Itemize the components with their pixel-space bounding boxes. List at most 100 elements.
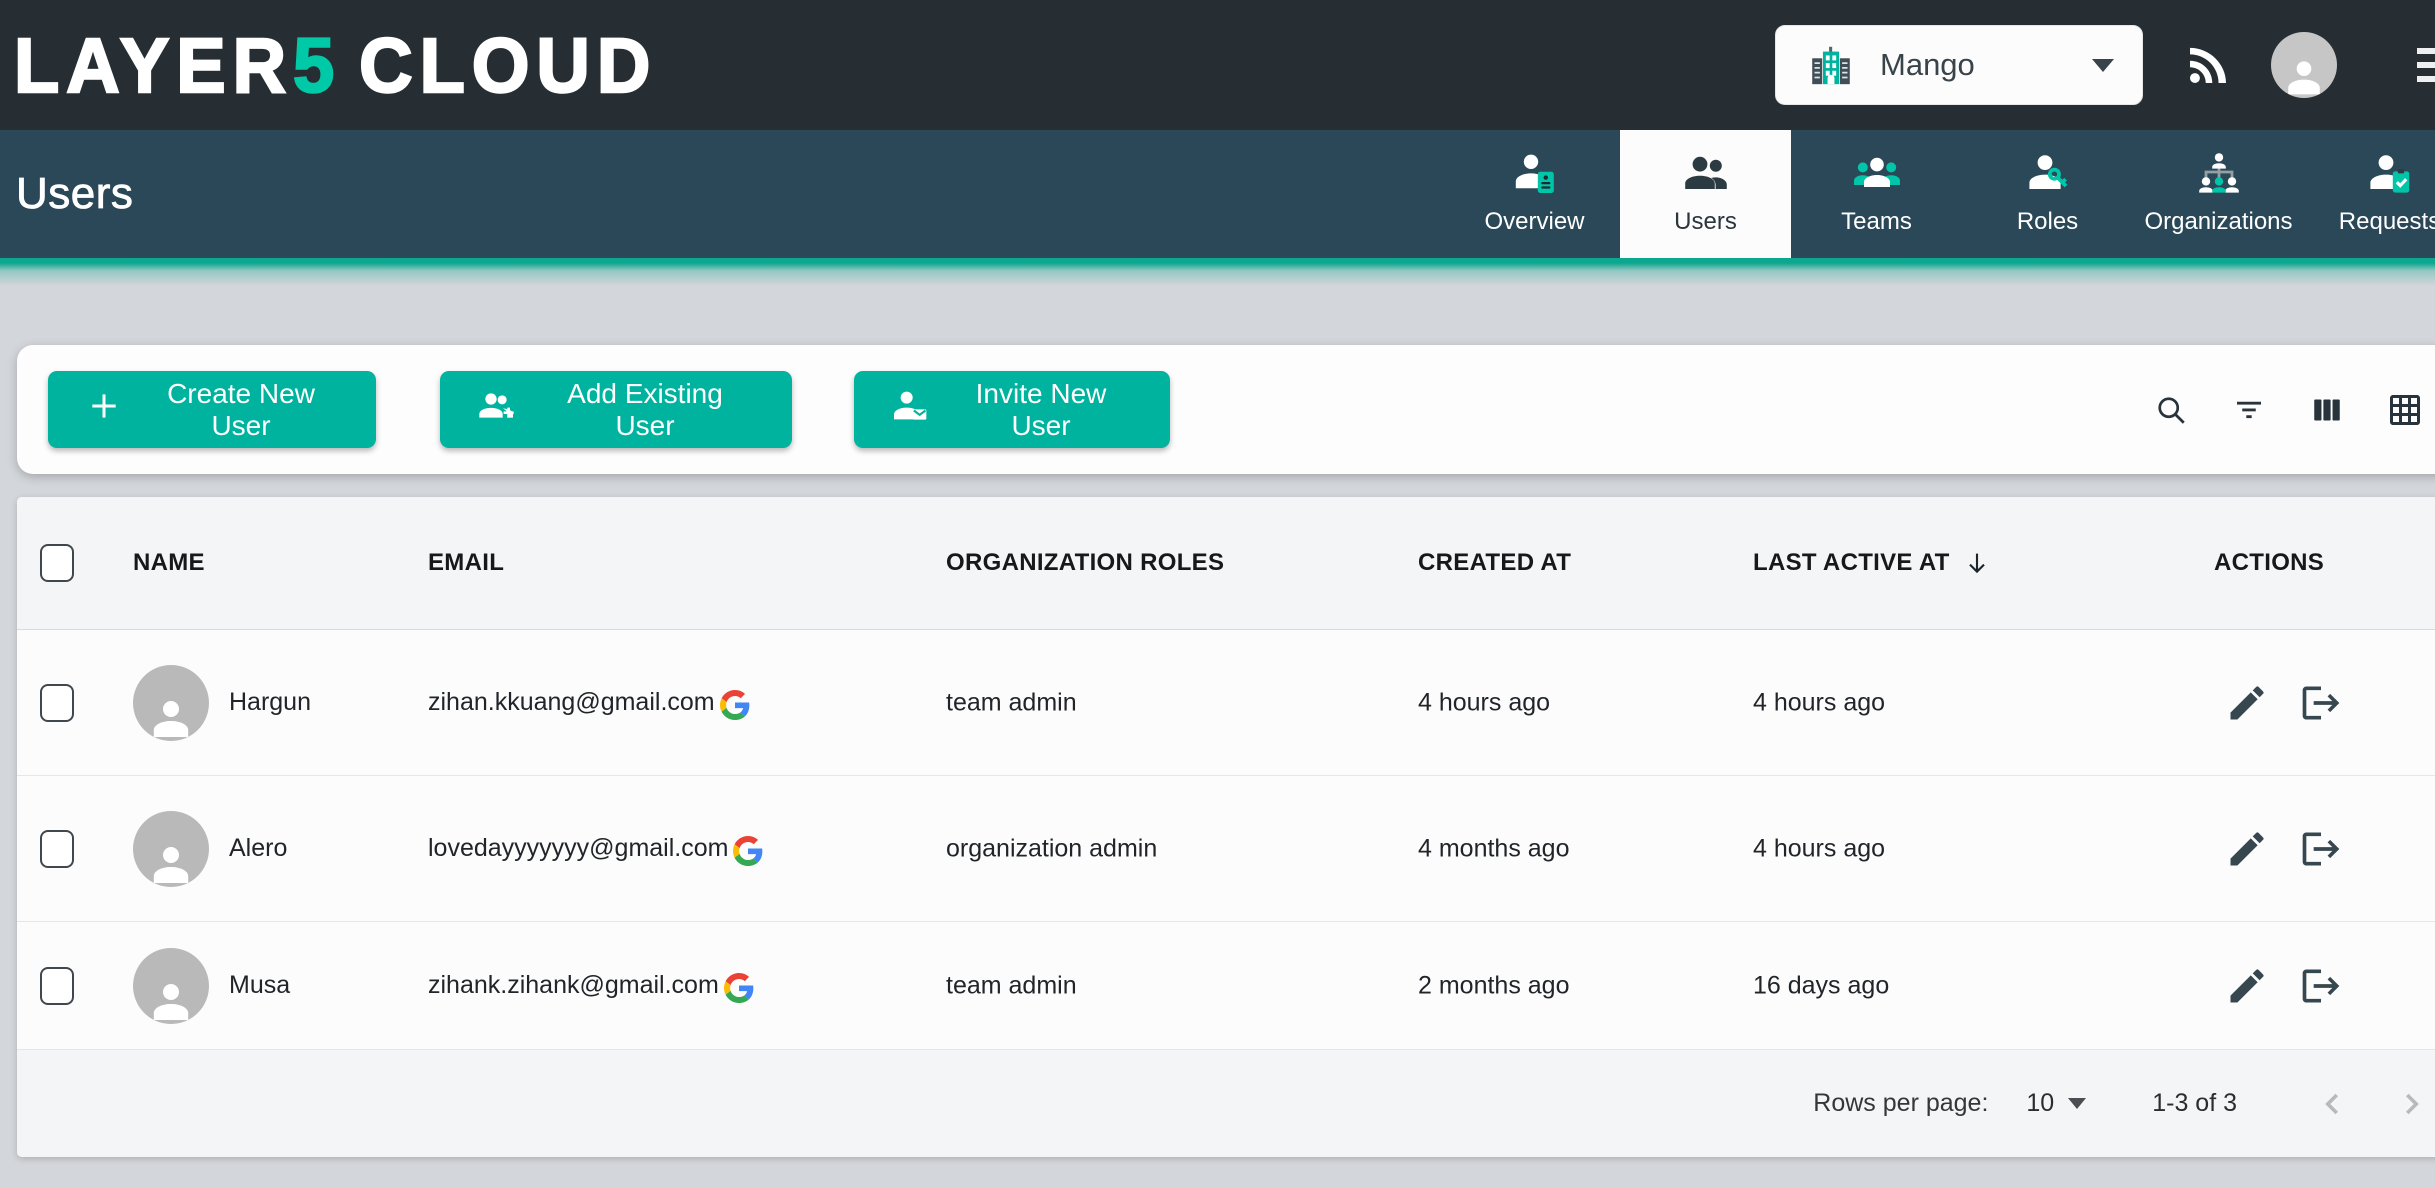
invite-new-user-button[interactable]: Invite New User <box>854 371 1170 448</box>
edit-icon[interactable] <box>2225 964 2269 1008</box>
edit-icon[interactable] <box>2225 681 2269 725</box>
tab-label: Requests <box>2339 208 2435 236</box>
filter-icon[interactable] <box>2231 392 2267 428</box>
table-row: Musa zihank.zihank@gmail.com team admin … <box>17 922 2435 1050</box>
user-name: Hargun <box>229 688 311 717</box>
column-header-actions: ACTIONS <box>2214 549 2324 577</box>
logout-icon[interactable] <box>2299 964 2343 1008</box>
table-row: Hargun zihan.kkuang@gmail.com team admin… <box>17 630 2435 776</box>
create-new-user-button[interactable]: Create New User <box>48 371 376 448</box>
people-icon <box>1682 148 1730 198</box>
navbar-glow-divider <box>0 258 2435 288</box>
users-toolbar-card: Create New User Add Existing User <box>17 345 2435 474</box>
building-icon <box>1808 42 1854 88</box>
rows-per-page-value: 10 <box>2026 1089 2054 1118</box>
logout-icon[interactable] <box>2299 827 2343 871</box>
google-provider-icon <box>720 690 750 720</box>
tab-overview[interactable]: Overview <box>1449 130 1620 258</box>
plus-icon <box>84 386 124 433</box>
select-all-checkbox[interactable] <box>40 544 74 582</box>
rss-icon[interactable] <box>2181 38 2235 92</box>
user-org-roles: organization admin <box>946 834 1157 863</box>
user-last-active-at: 4 hours ago <box>1753 834 1885 863</box>
view-columns-icon[interactable] <box>2309 392 2345 428</box>
table-header-row: NAME EMAIL ORGANIZATION ROLES CREATED AT… <box>17 497 2435 630</box>
chevron-down-icon <box>2068 1098 2086 1109</box>
menu-icon[interactable] <box>2417 48 2435 82</box>
button-label: Invite New User <box>948 378 1134 442</box>
org-tree-icon <box>2195 148 2243 198</box>
person-badge-icon <box>1511 148 1559 198</box>
row-checkbox[interactable] <box>40 967 74 1005</box>
next-page-button[interactable] <box>2393 1086 2429 1122</box>
user-last-active-at: 16 days ago <box>1753 971 1889 1000</box>
table-view-controls <box>2153 392 2423 428</box>
chevron-down-icon <box>2092 59 2114 72</box>
search-icon[interactable] <box>2153 392 2189 428</box>
grid-view-icon[interactable] <box>2387 392 2423 428</box>
layer5-cloud-logo: LAYER5CLOUD <box>14 21 657 109</box>
table-row: Alero lovedayyyyyyy@gmail.com organizati… <box>17 776 2435 922</box>
user-email: zihan.kkuang@gmail.com <box>428 688 715 717</box>
column-header-last-active-at[interactable]: LAST ACTIVE AT <box>1753 548 1992 578</box>
tab-requests[interactable]: Requests <box>2304 130 2435 258</box>
tab-label: Teams <box>1841 208 1912 236</box>
column-header-org-roles[interactable]: ORGANIZATION ROLES <box>946 549 1224 577</box>
user-name: Alero <box>229 834 287 863</box>
user-email: lovedayyyyyyy@gmail.com <box>428 834 728 863</box>
user-created-at: 2 months ago <box>1418 971 1570 1000</box>
row-checkbox[interactable] <box>40 830 74 868</box>
column-header-email[interactable]: EMAIL <box>428 549 504 577</box>
tab-roles[interactable]: Roles <box>1962 130 2133 258</box>
logo-cloud: CLOUD <box>359 22 657 108</box>
person-key-icon <box>2024 148 2072 198</box>
user-email: zihank.zihank@gmail.com <box>428 971 719 1000</box>
google-provider-icon <box>733 836 763 866</box>
person-mail-icon <box>890 386 930 433</box>
org-selector-value: Mango <box>1880 47 1975 83</box>
edit-icon[interactable] <box>2225 827 2269 871</box>
logout-icon[interactable] <box>2299 681 2343 725</box>
pagination-range: 1-3 of 3 <box>2152 1089 2237 1118</box>
logo-layer: LAYER <box>14 22 293 108</box>
section-nav-bar: Users Overview <box>0 130 2435 258</box>
previous-page-button[interactable] <box>2315 1086 2351 1122</box>
user-avatar <box>133 811 209 887</box>
page-title: Users <box>16 169 133 219</box>
tab-teams[interactable]: Teams <box>1791 130 1962 258</box>
table-pagination-footer: Rows per page: 10 1-3 of 3 <box>17 1050 2435 1157</box>
tab-organizations[interactable]: Organizations <box>2133 130 2304 258</box>
tabs: Overview Users <box>1449 130 2435 263</box>
users-table: NAME EMAIL ORGANIZATION ROLES CREATED AT… <box>17 497 2435 1157</box>
tab-label: Users <box>1674 208 1737 236</box>
tab-users[interactable]: Users <box>1620 130 1791 263</box>
user-avatar <box>133 665 209 741</box>
column-header-name[interactable]: NAME <box>133 549 205 577</box>
user-avatar <box>133 948 209 1024</box>
app-screen: LAYER5CLOUD <box>0 0 2435 1188</box>
user-created-at: 4 hours ago <box>1418 688 1550 717</box>
user-avatar-button[interactable] <box>2271 32 2337 98</box>
rows-per-page-label: Rows per page: <box>1813 1089 1988 1118</box>
button-label: Add Existing User <box>534 378 756 442</box>
sort-desc-arrow-icon <box>1962 548 1992 578</box>
tab-label: Overview <box>1484 208 1584 236</box>
topbar-right: Mango <box>1775 0 2435 130</box>
user-org-roles: team admin <box>946 971 1077 1000</box>
tab-label: Roles <box>2017 208 2078 236</box>
button-label: Create New User <box>142 378 340 442</box>
tab-label: Organizations <box>2144 208 2292 236</box>
user-org-roles: team admin <box>946 688 1077 717</box>
column-header-created-at[interactable]: CREATED AT <box>1418 549 1571 577</box>
add-existing-user-button[interactable]: Add Existing User <box>440 371 792 448</box>
top-bar: LAYER5CLOUD <box>0 0 2435 130</box>
person-clipboard-icon <box>2366 148 2414 198</box>
groups-icon <box>1853 148 1901 198</box>
user-name: Musa <box>229 971 290 1000</box>
user-created-at: 4 months ago <box>1418 834 1570 863</box>
google-provider-icon <box>724 973 754 1003</box>
row-checkbox[interactable] <box>40 684 74 722</box>
rows-per-page-select[interactable]: 10 <box>2026 1089 2086 1118</box>
organization-selector[interactable]: Mango <box>1775 25 2143 105</box>
group-add-icon <box>476 386 516 433</box>
